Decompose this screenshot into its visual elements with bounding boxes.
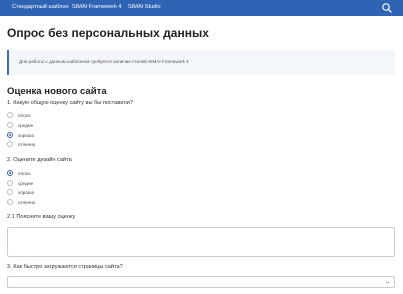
explanation-textarea[interactable] [7, 227, 395, 257]
q1-option-1-radio[interactable] [7, 112, 13, 118]
search-icon[interactable] [381, 2, 393, 14]
question-2-1-label: 2.1 Поясните вашу оценку [7, 214, 76, 220]
page-title: Опрос без персональных данных [7, 26, 209, 40]
q2-option-4[interactable]: отлично [7, 198, 35, 206]
question-3-label: 3. Как быстро загружаются страницы сайта… [7, 264, 123, 270]
q2-option-3[interactable]: хорошо [7, 188, 34, 196]
q1-option-3-label: хорошо [18, 132, 35, 138]
q2-option-4-radio[interactable] [7, 199, 13, 205]
q1-option-2-radio[interactable] [7, 122, 13, 128]
nav-item-standard-template[interactable]: Стандартный шаблон [12, 4, 69, 10]
nav-item-simai-studio[interactable]: SIMAI Studio [128, 4, 161, 10]
q1-option-4-radio[interactable] [7, 141, 13, 147]
top-nav-bar: Стандартный шаблон SIMAI Framework 4 SIM… [0, 0, 403, 16]
q2-option-1[interactable]: плохо [7, 169, 31, 177]
q1-option-4[interactable]: отлично [7, 140, 35, 148]
nav-item-simai-framework[interactable]: SIMAI Framework 4 [72, 4, 121, 10]
notice-box: Для работы с данным шаблоном требуется н… [7, 50, 395, 75]
load-speed-select[interactable] [7, 276, 395, 288]
q1-option-2-label: средне [18, 122, 34, 128]
q1-option-2[interactable]: средне [7, 121, 33, 129]
notice-text: Для работы с данным шаблоном требуется н… [19, 59, 189, 64]
q2-option-1-label: плохо [18, 170, 31, 176]
question-1-label: 1. Какую общую оценку сайту вы бы постав… [7, 100, 133, 106]
q1-option-1[interactable]: плохо [7, 111, 31, 119]
q2-option-3-radio[interactable] [7, 189, 13, 195]
chevron-down-icon [385, 281, 390, 284]
q1-option-4-label: отлично [18, 141, 36, 147]
survey-section-title: Оценка нового сайта [7, 86, 107, 97]
q2-option-4-label: отлично [18, 199, 36, 205]
q1-option-3[interactable]: хорошо [7, 131, 34, 139]
q2-option-2-label: средне [18, 180, 34, 186]
q2-option-2-radio[interactable] [7, 180, 13, 186]
question-2-label: 2. Оцените дизайн сайта [7, 157, 72, 163]
q1-option-3-radio[interactable] [7, 132, 13, 138]
q2-option-2[interactable]: средне [7, 179, 33, 187]
q1-option-1-label: плохо [18, 112, 31, 118]
q2-option-1-radio[interactable] [7, 170, 13, 176]
q2-option-3-label: хорошо [18, 189, 35, 195]
